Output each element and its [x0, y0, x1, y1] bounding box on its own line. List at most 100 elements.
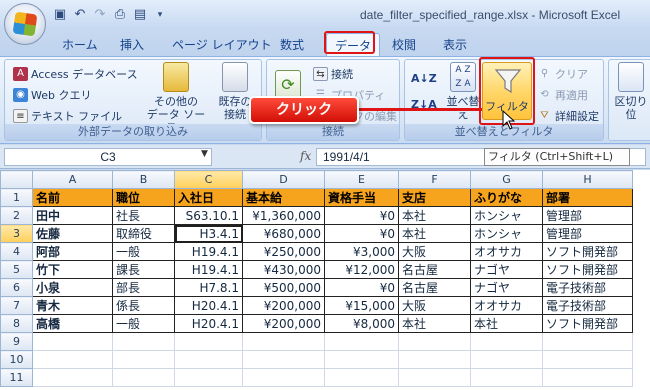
cell[interactable]: ¥12,000: [324, 260, 399, 279]
cell[interactable]: 一般: [112, 242, 175, 261]
cell[interactable]: ナゴヤ: [470, 278, 543, 297]
text-file-button[interactable]: ≡ テキスト ファイル: [13, 108, 122, 124]
cell[interactable]: [112, 368, 175, 387]
cell[interactable]: 名古屋: [398, 260, 471, 279]
cell[interactable]: ¥1,360,000: [242, 206, 325, 225]
cell[interactable]: オオサカ: [470, 296, 543, 315]
row-header[interactable]: 10: [0, 350, 33, 369]
column-header[interactable]: G: [470, 170, 543, 189]
cell[interactable]: H20.4.1: [174, 314, 243, 333]
qat-dropdown-icon[interactable]: ▾: [152, 7, 168, 23]
cell[interactable]: [324, 368, 399, 387]
column-header[interactable]: F: [398, 170, 471, 189]
cell[interactable]: 本社: [398, 224, 471, 243]
cell[interactable]: ¥200,000: [242, 296, 325, 315]
cell[interactable]: 一般: [112, 314, 175, 333]
cell[interactable]: [242, 332, 325, 351]
cell[interactable]: ¥680,000: [242, 224, 325, 243]
select-all-corner[interactable]: [0, 170, 33, 189]
row-header[interactable]: 8: [0, 314, 33, 333]
row-header[interactable]: 5: [0, 260, 33, 279]
connections-button[interactable]: ⇆ 接続: [313, 66, 353, 82]
cell[interactable]: ¥8,000: [324, 314, 399, 333]
cell[interactable]: ¥0: [324, 278, 399, 297]
cell[interactable]: 名古屋: [398, 278, 471, 297]
cell[interactable]: [542, 350, 633, 369]
cell[interactable]: ソフト開発部: [542, 314, 633, 333]
clear-button[interactable]: ⚲ クリア: [537, 66, 588, 82]
row-header[interactable]: 7: [0, 296, 33, 315]
cell[interactable]: [32, 368, 113, 387]
cell[interactable]: ¥200,000: [242, 314, 325, 333]
undo-icon[interactable]: ↶: [72, 7, 88, 23]
cell[interactable]: 部長: [112, 278, 175, 297]
cell[interactable]: 取締役: [112, 224, 175, 243]
header-cell[interactable]: 資格手当: [324, 188, 399, 207]
header-cell[interactable]: ふりがな: [470, 188, 543, 207]
sort-ascending-button[interactable]: A↓Z: [411, 72, 437, 85]
cell[interactable]: ¥3,000: [324, 242, 399, 261]
cell[interactable]: [324, 350, 399, 369]
row-header[interactable]: 11: [0, 368, 33, 387]
cell[interactable]: [174, 332, 243, 351]
cell[interactable]: [324, 332, 399, 351]
cell[interactable]: 阿部: [32, 242, 113, 261]
cell[interactable]: [398, 350, 471, 369]
column-header[interactable]: B: [112, 170, 175, 189]
cell[interactable]: [470, 350, 543, 369]
header-cell[interactable]: 支店: [398, 188, 471, 207]
row-header[interactable]: 2: [0, 206, 33, 225]
cell[interactable]: 青木: [32, 296, 113, 315]
header-cell[interactable]: 部署: [542, 188, 633, 207]
save-icon[interactable]: ▣: [52, 7, 68, 23]
tab-page-layout[interactable]: ページ レイアウト: [172, 36, 272, 53]
cell[interactable]: ¥15,000: [324, 296, 399, 315]
cell[interactable]: [32, 332, 113, 351]
row-header[interactable]: 6: [0, 278, 33, 297]
tab-insert[interactable]: 挿入: [120, 36, 144, 53]
cell[interactable]: 電子技術部: [542, 278, 633, 297]
cell[interactable]: H19.4.1: [174, 260, 243, 279]
header-cell[interactable]: 職位: [112, 188, 175, 207]
cell[interactable]: 竹下: [32, 260, 113, 279]
cell[interactable]: ソフト開発部: [542, 242, 633, 261]
cell[interactable]: [112, 350, 175, 369]
cell[interactable]: H19.4.1: [174, 242, 243, 261]
insert-function-icon[interactable]: fx: [300, 149, 311, 163]
cell[interactable]: ナゴヤ: [470, 260, 543, 279]
print-preview-icon[interactable]: ⎙: [112, 7, 128, 23]
column-header[interactable]: E: [324, 170, 399, 189]
cell[interactable]: ¥0: [324, 224, 399, 243]
column-header[interactable]: H: [542, 170, 633, 189]
cell[interactable]: [112, 332, 175, 351]
cell[interactable]: H20.4.1: [174, 296, 243, 315]
column-header[interactable]: D: [242, 170, 325, 189]
column-header[interactable]: C: [174, 170, 243, 189]
cell[interactable]: [542, 368, 633, 387]
header-cell[interactable]: 名前: [32, 188, 113, 207]
cell[interactable]: 大阪: [398, 296, 471, 315]
cell[interactable]: ¥500,000: [242, 278, 325, 297]
cell[interactable]: ホンシャ: [470, 206, 543, 225]
cell[interactable]: 佐藤: [32, 224, 113, 243]
cell[interactable]: 小泉: [32, 278, 113, 297]
cell[interactable]: 管理部: [542, 224, 633, 243]
cell[interactable]: [398, 332, 471, 351]
tab-review[interactable]: 校閲: [392, 36, 416, 53]
cell[interactable]: 係長: [112, 296, 175, 315]
header-cell[interactable]: 基本給: [242, 188, 325, 207]
cell[interactable]: 課長: [112, 260, 175, 279]
cell[interactable]: ¥250,000: [242, 242, 325, 261]
cell[interactable]: 大阪: [398, 242, 471, 261]
advanced-button[interactable]: ⛛ 詳細設定: [537, 108, 599, 124]
tab-home[interactable]: ホーム: [62, 36, 98, 53]
text-to-columns-button[interactable]: 区切り位: [611, 62, 650, 121]
open-folder-icon[interactable]: ▤: [132, 7, 148, 23]
column-header[interactable]: A: [32, 170, 113, 189]
cell[interactable]: [242, 368, 325, 387]
row-header[interactable]: 9: [0, 332, 33, 351]
name-box-dropdown-icon[interactable]: ▼: [201, 149, 208, 159]
cell[interactable]: 電子技術部: [542, 296, 633, 315]
cell[interactable]: [542, 332, 633, 351]
access-db-button[interactable]: A Access データベース: [13, 66, 138, 82]
